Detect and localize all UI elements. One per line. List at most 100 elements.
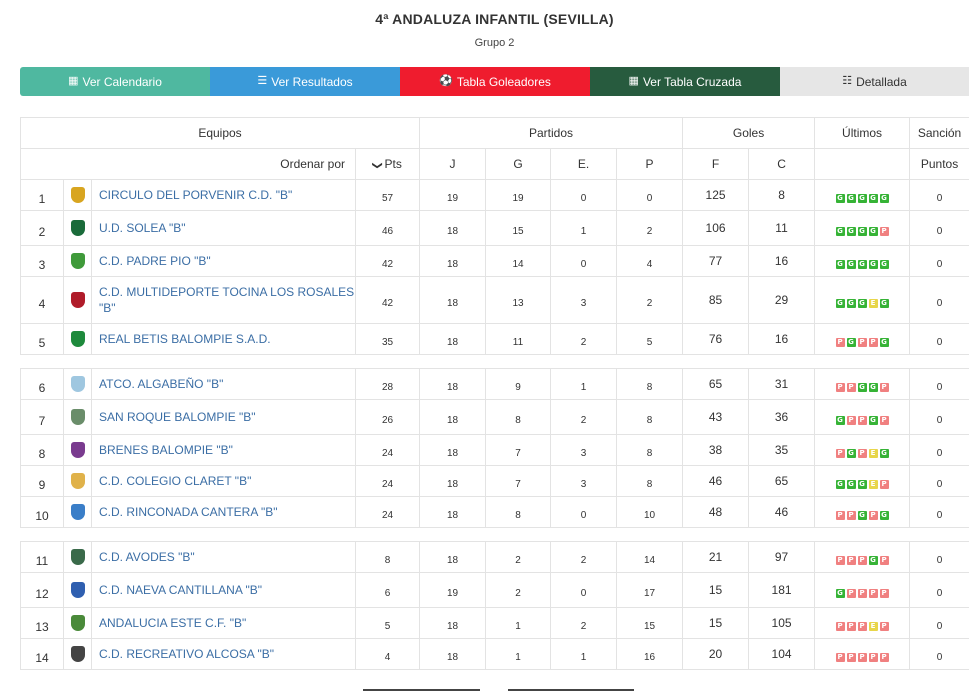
result-badge: G — [846, 298, 856, 308]
e-cell: 2 — [550, 399, 617, 435]
j-cell: 18 — [419, 541, 486, 573]
team-link[interactable]: SAN ROQUE BALOMPIE "B" — [99, 410, 256, 424]
sancion-header: Sanción — [909, 117, 969, 149]
nav-toolbar: ▦ Ver Calendario ☰ Ver Resultados ⚽ Tabl… — [20, 67, 969, 96]
sancion-cell: 0 — [909, 434, 969, 466]
result-badge: G — [868, 415, 878, 425]
team-link[interactable]: ATCO. ALGABEÑO "B" — [99, 377, 223, 391]
detail-list-icon: ☷ — [842, 75, 853, 87]
scorers-table-button[interactable]: ⚽ Tabla Goleadores — [400, 67, 590, 96]
f-cell: 43 — [682, 399, 750, 435]
j-cell: 19 — [419, 572, 486, 608]
f-cell: 65 — [682, 368, 750, 400]
team-link[interactable]: C.D. NAEVA CANTILLANA "B" — [99, 583, 262, 597]
c-cell: 65 — [748, 465, 816, 497]
pts-cell: 6 — [355, 572, 420, 608]
team-link[interactable]: C.D. MULTIDEPORTE TOCINA LOS ROSALES "B" — [99, 285, 354, 315]
g-cell: 15 — [485, 210, 551, 246]
sort-g-header[interactable]: G — [485, 148, 551, 180]
result-badge: P — [835, 337, 845, 347]
team-cell: CIRCULO DEL PORVENIR C.D. "B" — [91, 179, 356, 211]
g-cell: 14 — [485, 245, 551, 277]
sort-f-header[interactable]: F — [682, 148, 750, 180]
table-row: 8 BRENES BALOMPIE "B" 24 18 7 3 8 38 35 P G P E G 0 — [20, 434, 969, 466]
result-badge: P — [868, 337, 878, 347]
team-link[interactable]: C.D. COLEGIO CLARET "B" — [99, 474, 251, 488]
last-results-cell: PPPGP — [814, 541, 911, 573]
g-cell: 19 — [485, 179, 551, 211]
table-row: 2 U.D. SOLEA "B" 46 18 15 1 2 106 11 G G G G P 0 — [20, 210, 969, 246]
team-link[interactable]: ANDALUCIA ESTE C.F. "B" — [99, 616, 246, 630]
view-calendar-button[interactable]: ▦ Ver Calendario — [20, 67, 210, 96]
result-badge: E — [868, 298, 878, 308]
team-crest-icon — [70, 615, 85, 631]
detailed-label: Detallada — [856, 74, 907, 89]
team-link[interactable]: U.D. SOLEA "B" — [99, 221, 186, 235]
sort-pts-header[interactable]: ❯ Pts — [355, 148, 420, 180]
sort-c-header[interactable]: C — [748, 148, 816, 180]
table-row: 14 C.D. RECREATIVO ALCOSA "B" 4 18 1 1 16 20 104… — [20, 638, 969, 670]
result-badge: G — [879, 298, 889, 308]
c-cell: 11 — [748, 210, 816, 246]
result-badge: G — [857, 510, 867, 520]
cross-table-button[interactable]: ▦ Ver Tabla Cruzada — [590, 67, 780, 96]
team-link[interactable]: C.D. RECREATIVO ALCOSA "B" — [99, 647, 274, 661]
f-cell: 106 — [682, 210, 750, 246]
c-cell: 105 — [748, 607, 816, 639]
g-cell: 8 — [485, 496, 551, 528]
last-results-cell: GGGGP — [814, 210, 911, 246]
pts-cell: 42 — [355, 245, 420, 277]
table-row: 12 C.D. NAEVA CANTILLANA "B" 6 19 2 0 17 15 181 G… — [20, 572, 969, 608]
team-link[interactable]: REAL BETIS BALOMPIE S.A.D. — [99, 332, 271, 346]
sort-j-header[interactable]: J — [419, 148, 486, 180]
team-crest-icon — [70, 473, 85, 489]
result-badge: G — [846, 448, 856, 458]
e-cell: 0 — [550, 179, 617, 211]
result-badge: P — [879, 226, 889, 236]
f-cell: 46 — [682, 465, 750, 497]
team-cell: C.D. COLEGIO CLARET "B" — [91, 465, 356, 497]
team-cell: C.D. PADRE PIO "B" — [91, 245, 356, 277]
detailed-button[interactable]: ☷ Detallada — [780, 67, 969, 96]
last-results-cell: GPPPP — [814, 572, 911, 608]
result-badge: G — [857, 479, 867, 489]
p-cell: 0 — [615, 179, 684, 211]
j-cell: 18 — [419, 465, 486, 497]
page-title: 4ª ANDALUZA INFANTIL (SEVILLA) — [375, 11, 614, 27]
f-cell: 15 — [682, 572, 750, 608]
position-cell: 4 — [20, 276, 64, 324]
g-cell: 7 — [485, 465, 551, 497]
team-cell: C.D. AVODES "B" — [91, 541, 356, 573]
last-results-cell: GGGGG — [814, 245, 911, 277]
result-badge: P — [835, 621, 845, 631]
p-cell: 8 — [615, 434, 684, 466]
sort-e-header[interactable]: E. — [550, 148, 617, 180]
position-cell: 6 — [20, 368, 64, 400]
sancion-cell: 0 — [909, 179, 969, 211]
f-cell: 76 — [682, 323, 750, 355]
team-link[interactable]: BRENES BALOMPIE "B" — [99, 443, 233, 457]
team-link[interactable]: C.D. PADRE PIO "B" — [99, 254, 211, 268]
crest-cell — [63, 465, 92, 497]
team-link[interactable]: C.D. RINCONADA CANTERA "B" — [99, 505, 278, 519]
crest-cell — [63, 607, 92, 639]
sort-p-header[interactable]: P — [615, 148, 684, 180]
e-cell: 3 — [550, 434, 617, 466]
position-cell: 7 — [20, 399, 64, 435]
result-badge: P — [857, 652, 867, 662]
ultimos-subheader — [814, 148, 911, 180]
sancion-cell: 0 — [909, 465, 969, 497]
table-row: 9 C.D. COLEGIO CLARET "B" 24 18 7 3 8 46 65 G G G E P… — [20, 465, 969, 497]
table-row: 13 ANDALUCIA ESTE C.F. "B" 5 18 1 2 15 15 105 P P P… — [20, 607, 969, 639]
result-badge: G — [846, 479, 856, 489]
result-badge: G — [846, 193, 856, 203]
view-results-button[interactable]: ☰ Ver Resultados — [210, 67, 400, 96]
sancion-cell: 0 — [909, 323, 969, 355]
table-row: 3 C.D. PADRE PIO "B" 42 18 14 0 4 77 16 G G G G G 0 — [20, 245, 969, 277]
position-cell: 2 — [20, 210, 64, 246]
g-cell: 8 — [485, 399, 551, 435]
result-badge: P — [868, 510, 878, 520]
team-link[interactable]: C.D. AVODES "B" — [99, 550, 195, 564]
team-link[interactable]: CIRCULO DEL PORVENIR C.D. "B" — [99, 188, 292, 202]
team-crest-icon — [70, 376, 85, 392]
